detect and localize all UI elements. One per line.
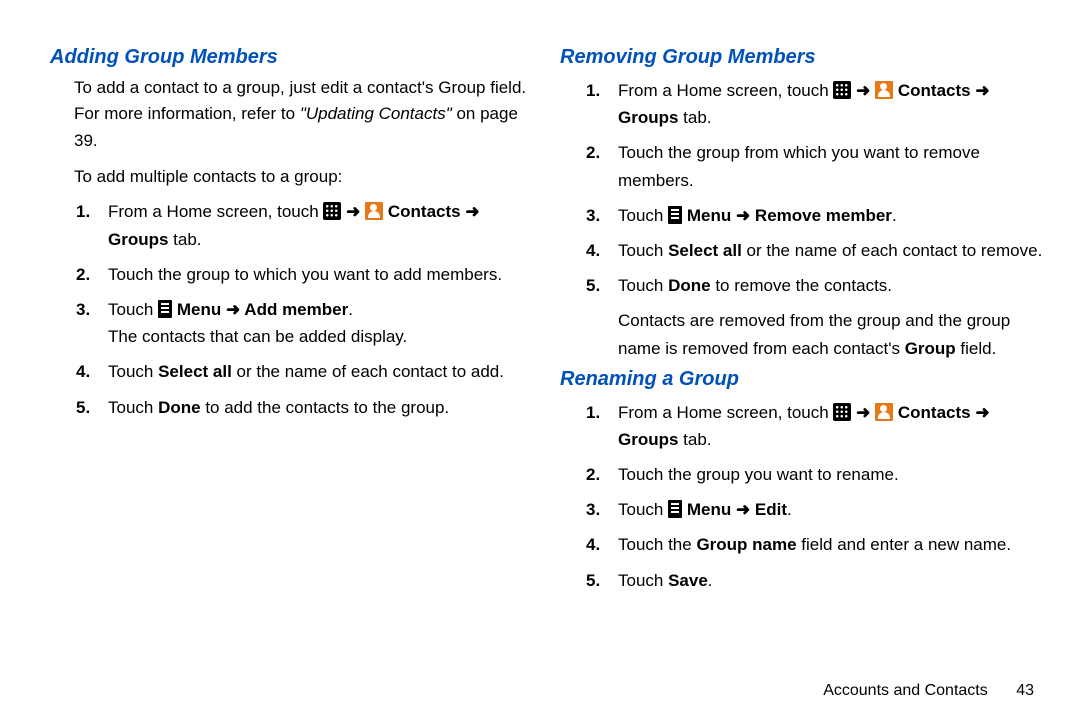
text: From a Home screen, touch [618, 81, 833, 100]
text: tab. [678, 430, 711, 449]
contacts-icon [875, 403, 893, 421]
contacts-icon [365, 202, 383, 220]
step-item: Touch Done to remove the contacts. [618, 272, 1050, 299]
step-item: Touch Save. [618, 567, 1050, 594]
menu-icon [158, 300, 172, 318]
removing-steps: From a Home screen, touch ➜ Contacts ➜ G… [584, 77, 1050, 299]
text: . [348, 300, 353, 319]
text: tab. [678, 108, 711, 127]
step-item: Touch the Group name field and enter a n… [618, 531, 1050, 558]
intro-paragraph: To add a contact to a group, just edit a… [74, 75, 540, 154]
groups-label: Groups [618, 108, 678, 127]
groups-label: Groups [108, 230, 168, 249]
contacts-icon [875, 81, 893, 99]
edit-label: Edit [755, 500, 787, 519]
remove-member-label: Remove member [755, 206, 892, 225]
text: Touch [618, 571, 668, 590]
apps-grid-icon [833, 403, 851, 421]
step-item: From a Home screen, touch ➜ Contacts ➜ G… [618, 399, 1050, 453]
group-name-label: Group name [696, 535, 796, 554]
post-paragraph: Contacts are removed from the group and … [618, 307, 1050, 361]
step-item: Touch Menu ➜ Edit. [618, 496, 1050, 523]
arrow-icon: ➜ [856, 403, 875, 422]
step-item: From a Home screen, touch ➜ Contacts ➜ G… [618, 77, 1050, 131]
apps-grid-icon [833, 81, 851, 99]
section-title-renaming: Renaming a Group [560, 368, 1050, 391]
text: . [708, 571, 713, 590]
sub-text: The contacts that can be added display. [108, 323, 540, 350]
step-item: Touch Select all or the name of each con… [108, 358, 540, 385]
left-column: Adding Group Members To add a contact to… [30, 40, 540, 662]
step-item: Touch Menu ➜ Remove member. [618, 202, 1050, 229]
step-item: Touch Done to add the contacts to the gr… [108, 394, 540, 421]
step-item: From a Home screen, touch ➜ Contacts ➜ G… [108, 198, 540, 252]
text: . [892, 206, 897, 225]
manual-page: Adding Group Members To add a contact to… [0, 0, 1080, 720]
contacts-label: Contacts [898, 81, 971, 100]
text: or the name of each contact to remove. [742, 241, 1043, 260]
menu-label: Menu [177, 300, 221, 319]
arrow-icon: ➜ [226, 300, 244, 319]
menu-icon [668, 206, 682, 224]
content-columns: Adding Group Members To add a contact to… [30, 40, 1050, 662]
text: . [787, 500, 792, 519]
menu-label: Menu [687, 206, 731, 225]
text: Touch [618, 241, 668, 260]
text: Touch [108, 300, 158, 319]
section-title-removing: Removing Group Members [560, 46, 1050, 69]
apps-grid-icon [323, 202, 341, 220]
right-column: Removing Group Members From a Home scree… [560, 40, 1050, 662]
arrow-icon: ➜ [736, 206, 755, 225]
page-footer: Accounts and Contacts 43 [30, 662, 1050, 700]
menu-label: Menu [687, 500, 731, 519]
done-label: Done [668, 276, 711, 295]
step-item: Touch the group to which you want to add… [108, 261, 540, 288]
text: to remove the contacts. [711, 276, 892, 295]
adding-steps: From a Home screen, touch ➜ Contacts ➜ G… [74, 198, 540, 420]
arrow-icon: ➜ [856, 81, 875, 100]
text: Touch [108, 362, 158, 381]
arrow-icon: ➜ [346, 202, 365, 221]
text: or the name of each contact to add. [232, 362, 504, 381]
step-item: Touch Menu ➜ Add member. The contacts th… [108, 296, 540, 350]
text: tab. [168, 230, 201, 249]
text: Touch the [618, 535, 696, 554]
text: Touch [618, 276, 668, 295]
text: field. [956, 339, 997, 358]
text: Touch [108, 398, 158, 417]
done-label: Done [158, 398, 201, 417]
text: field and enter a new name. [797, 535, 1012, 554]
contacts-label: Contacts [898, 403, 971, 422]
lead-line: To add multiple contacts to a group: [74, 164, 540, 190]
arrow-icon: ➜ [975, 81, 989, 100]
footer-section: Accounts and Contacts [823, 682, 988, 699]
text: Touch [618, 500, 668, 519]
groups-label: Groups [618, 430, 678, 449]
step-item: Touch Select all or the name of each con… [618, 237, 1050, 264]
section-title-adding: Adding Group Members [50, 46, 540, 69]
text: From a Home screen, touch [108, 202, 323, 221]
text: From a Home screen, touch [618, 403, 833, 422]
group-field-label: Group [905, 339, 956, 358]
select-all-label: Select all [668, 241, 742, 260]
arrow-icon: ➜ [736, 500, 755, 519]
step-item: Touch the group you want to rename. [618, 461, 1050, 488]
footer-page-number: 43 [1016, 682, 1034, 699]
add-member-label: Add member [244, 300, 348, 319]
text: Touch [618, 206, 668, 225]
select-all-label: Select all [158, 362, 232, 381]
step-item: Touch the group from which you want to r… [618, 139, 1050, 193]
menu-icon [668, 500, 682, 518]
renaming-steps: From a Home screen, touch ➜ Contacts ➜ G… [584, 399, 1050, 594]
save-label: Save [668, 571, 708, 590]
arrow-icon: ➜ [465, 202, 479, 221]
text: to add the contacts to the group. [201, 398, 450, 417]
arrow-icon: ➜ [975, 403, 989, 422]
contacts-label: Contacts [388, 202, 461, 221]
intro-ref: "Updating Contacts" [300, 104, 452, 123]
